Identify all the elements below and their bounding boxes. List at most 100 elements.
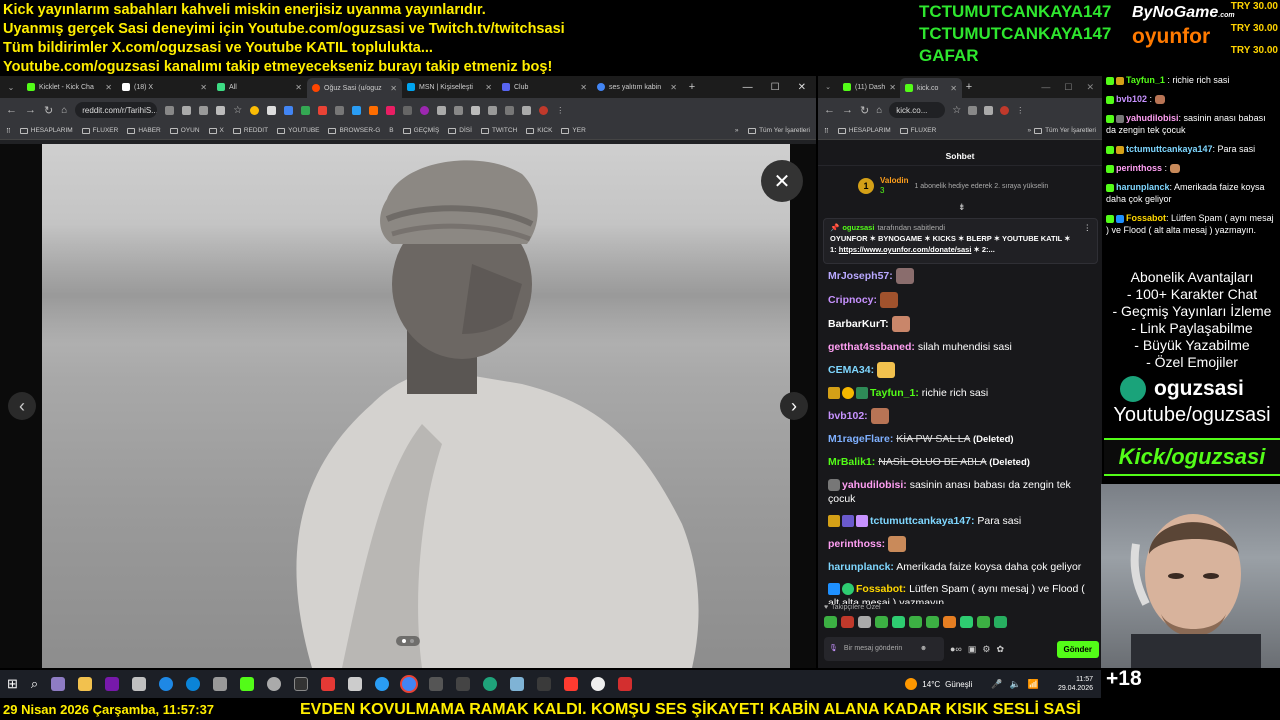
extension-icon[interactable]	[250, 105, 260, 115]
chat-username[interactable]: MrBalik1:	[828, 456, 875, 468]
folder-icon[interactable]	[78, 677, 93, 691]
close-icon[interactable]: ✕	[200, 83, 207, 92]
chatgpt-icon[interactable]	[591, 677, 606, 691]
forward-icon[interactable]: →	[842, 104, 853, 116]
menu-icon[interactable]: ⋮	[1016, 106, 1024, 115]
camera-icon[interactable]	[213, 677, 228, 691]
close-window-icon[interactable]: ✕	[1086, 82, 1094, 93]
all-bookmarks[interactable]: » Tüm Yer İşaretleri	[735, 127, 810, 134]
emote-icon[interactable]	[892, 616, 905, 628]
extension-icon[interactable]	[386, 105, 396, 115]
close-icon[interactable]: ✕	[105, 83, 112, 92]
bookmark-folder[interactable]: HESAPLARIM	[837, 127, 891, 134]
extension-icon[interactable]	[488, 105, 498, 115]
close-viewer-button[interactable]: ✕	[761, 160, 803, 202]
app-icon[interactable]	[618, 677, 633, 691]
speaker-icon[interactable]: 🔈	[1010, 679, 1021, 690]
chat-username[interactable]: M1rageFlare:	[828, 433, 893, 445]
minimize-icon[interactable]: —	[1041, 82, 1050, 93]
apps-icon[interactable]: ⠿	[824, 127, 829, 135]
star-icon[interactable]: ☆	[952, 105, 961, 116]
vivaldi-icon[interactable]	[564, 677, 579, 691]
chat-username[interactable]: BarbarKurT:	[828, 318, 889, 330]
chat-username[interactable]: getthat4ssbaned:	[828, 341, 915, 353]
tab-search[interactable]: ses yalıtım kabin ✕	[592, 79, 682, 95]
forward-icon[interactable]: →	[25, 104, 36, 116]
search-icon[interactable]: ⌕	[31, 676, 38, 692]
menu-icon[interactable]: ⋮	[556, 106, 564, 115]
app-icon[interactable]	[429, 677, 444, 691]
bookmark-folder[interactable]: DİSİ	[448, 127, 472, 134]
maximize-icon[interactable]: ☐	[1064, 82, 1072, 93]
weather-widget[interactable]: 14°C Güneşli	[905, 678, 972, 690]
extension-icon[interactable]	[199, 105, 209, 115]
bookmark-folder[interactable]: FLUXER	[899, 127, 936, 134]
chat-username[interactable]: Cripnocy:	[828, 294, 877, 306]
emoji-icon[interactable]: ☻	[920, 645, 927, 653]
star-icon[interactable]: ☆	[233, 105, 242, 116]
chevron-down-icon[interactable]: ⇟	[958, 202, 966, 213]
app-icon[interactable]	[375, 677, 390, 691]
close-icon[interactable]: ✕	[950, 84, 957, 93]
reload-icon[interactable]: ↻	[860, 104, 869, 117]
kick-icon[interactable]	[240, 677, 255, 691]
chat-username[interactable]: bvb102:	[828, 410, 868, 422]
emote-icon[interactable]	[875, 616, 888, 628]
close-icon[interactable]: ✕	[889, 83, 896, 92]
tab-msn[interactable]: MSN | Kişiselleşti ✕	[402, 79, 497, 95]
bookmark-folder[interactable]: HESAPLARIM	[19, 127, 73, 134]
extension-icon[interactable]	[267, 105, 277, 115]
profile-icon[interactable]	[1000, 105, 1010, 115]
all-bookmarks[interactable]: » Tüm Yer İşaretleri	[1027, 127, 1096, 134]
minimize-icon[interactable]: —	[743, 82, 753, 93]
emote-icon[interactable]	[909, 616, 922, 628]
bookmark-item[interactable]: B	[389, 127, 393, 134]
bookmark-folder[interactable]: BROWSER-G	[328, 127, 380, 134]
bookmark-folder[interactable]: YER	[561, 127, 586, 134]
bookmark-folder[interactable]: TWITCH	[480, 127, 517, 134]
unpin-icon[interactable]: ⋮	[1084, 222, 1092, 233]
chat-username[interactable]: perinthoss:	[828, 538, 885, 550]
pinned-link[interactable]: https://www.oyunfor.com/donate/sasi	[839, 245, 972, 254]
address-bar[interactable]: kick.co...	[889, 102, 946, 118]
chat-username[interactable]: Fossabot:	[856, 583, 906, 595]
emote-icon[interactable]	[824, 616, 837, 628]
tab-club[interactable]: Club ✕	[497, 79, 592, 95]
points-icon[interactable]: ●∞	[950, 644, 962, 654]
extension-icon[interactable]	[165, 105, 175, 115]
bookmark-folder[interactable]: REDDIT	[232, 127, 268, 134]
tab-all[interactable]: All ✕	[212, 79, 307, 95]
extension-icon[interactable]	[437, 105, 447, 115]
emote-icon[interactable]	[926, 616, 939, 628]
extension-icon[interactable]	[301, 105, 311, 115]
tab-search-icon[interactable]: ⌄	[818, 83, 838, 91]
home-icon[interactable]: ⌂	[876, 105, 882, 116]
app-icon[interactable]	[321, 677, 336, 691]
chat-username[interactable]: tctumuttcankaya147:	[870, 515, 974, 527]
tab-dashboard[interactable]: (11) Dash ✕	[838, 79, 900, 95]
extension-icon[interactable]	[471, 105, 481, 115]
extension-icon[interactable]	[182, 105, 192, 115]
network-icon[interactable]: 📶	[1028, 679, 1039, 690]
app-icon[interactable]	[483, 677, 498, 691]
home-icon[interactable]: ⌂	[61, 105, 67, 116]
chat-username[interactable]: CEMA34:	[828, 364, 874, 376]
tab-x[interactable]: (18) X ✕	[117, 79, 212, 95]
extension-icon[interactable]	[505, 105, 515, 115]
chat-input[interactable]: 🎙 Bir mesaj gönderin ☻	[824, 637, 944, 661]
extension-icon[interactable]	[335, 105, 345, 115]
image-pager[interactable]	[396, 636, 420, 646]
app-icon[interactable]	[456, 677, 471, 691]
emote-icon[interactable]	[994, 616, 1007, 628]
extension-icon[interactable]	[522, 105, 532, 115]
bookmark-folder[interactable]: GEÇMİŞ	[402, 127, 439, 134]
back-icon[interactable]: ←	[6, 104, 17, 116]
start-icon[interactable]: ⊞	[7, 676, 18, 692]
new-tab-icon[interactable]: +	[682, 81, 702, 93]
settings-icon[interactable]: ⚙	[982, 644, 990, 655]
extension-icon[interactable]	[454, 105, 464, 115]
clock[interactable]: 11:57 29.04.2026	[1058, 675, 1101, 693]
bookmark-folder[interactable]: HABER	[127, 127, 161, 134]
app-icon[interactable]	[510, 677, 525, 691]
tab-kicklet[interactable]: Kicklet - Kick Cha ✕	[22, 79, 117, 95]
